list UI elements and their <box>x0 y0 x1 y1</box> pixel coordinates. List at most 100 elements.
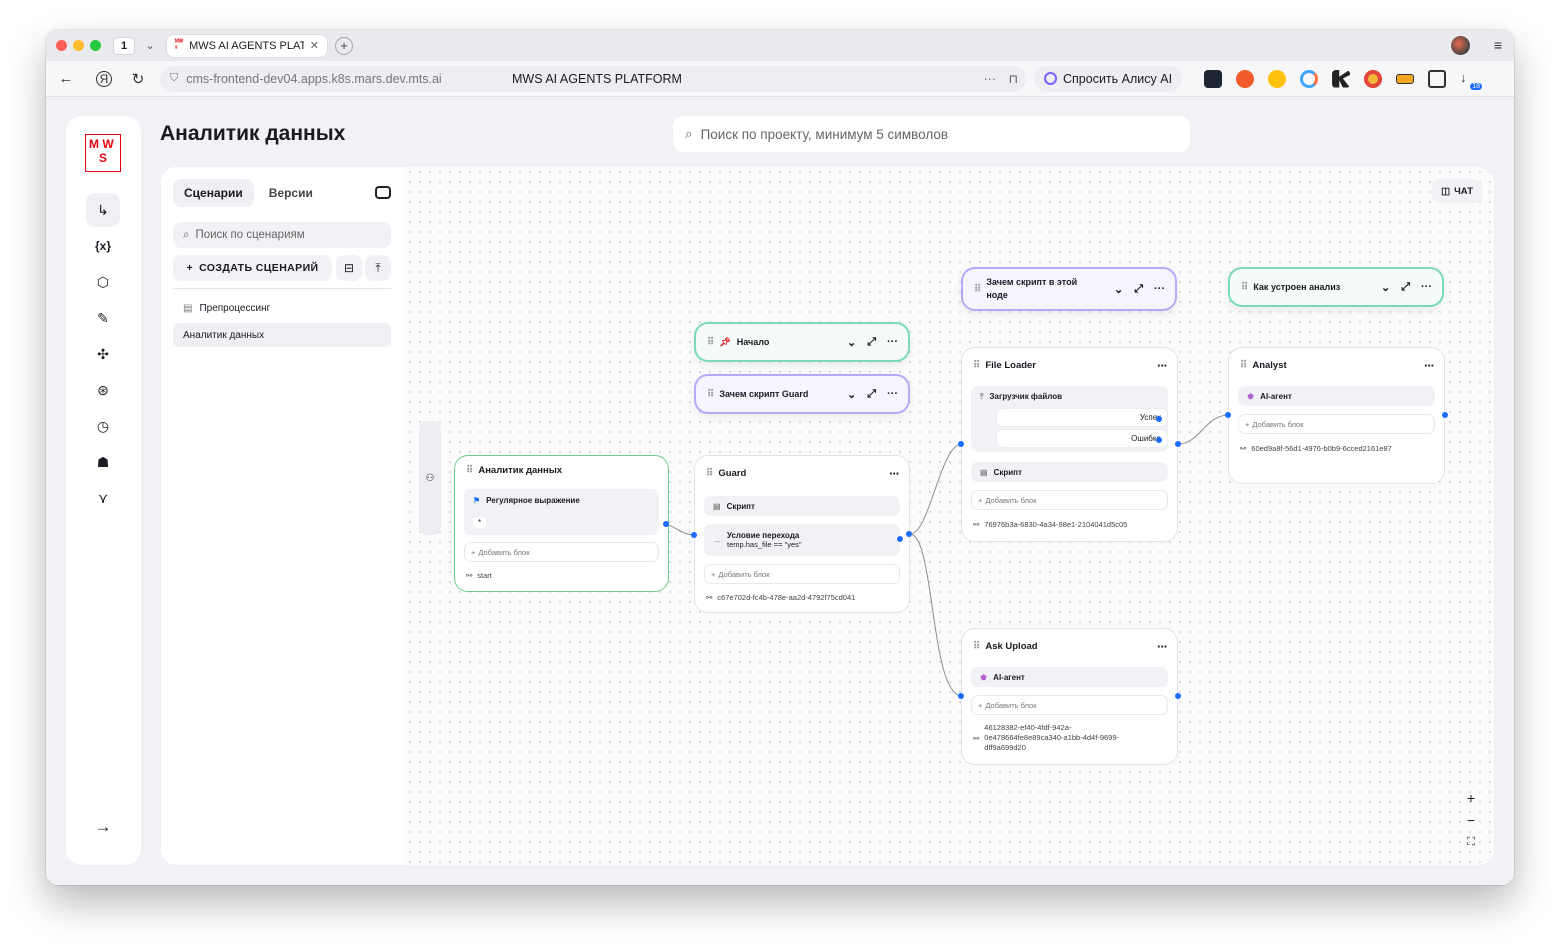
output-port-success[interactable] <box>1156 416 1162 422</box>
drag-handle-icon[interactable]: ⠿ <box>706 468 713 479</box>
create-scenario-button[interactable]: + СОЗДАТЬ СЦЕНАРИЙ <box>173 255 332 281</box>
zoom-out-icon[interactable]: − <box>1462 811 1480 829</box>
more-icon[interactable]: ··· <box>984 72 997 86</box>
node-file-loader[interactable]: ⠿ File Loader ··· ⤒ Загрузчик файлов Успех… <box>961 347 1178 542</box>
output-port[interactable] <box>906 531 912 537</box>
yellow-extension-icon[interactable] <box>1268 69 1287 88</box>
drag-handle-icon[interactable]: ⠿ <box>973 360 980 371</box>
back-icon[interactable]: ← <box>54 67 78 91</box>
more-icon[interactable]: ··· <box>887 336 898 349</box>
add-block-button[interactable]: + Добавить блок <box>971 490 1168 510</box>
regex-block[interactable]: ⚑ Регулярное выражение * <box>464 489 659 535</box>
add-block-button[interactable]: + Добавить блок <box>464 542 659 562</box>
project-search-input[interactable]: ⌕ Поиск по проекту, минимум 5 символов <box>673 116 1190 152</box>
drag-handle-icon[interactable]: ⠿ <box>1241 282 1248 293</box>
collapse-panel-icon[interactable] <box>375 186 391 199</box>
battery-extension-icon[interactable] <box>1396 73 1415 84</box>
drag-handle-icon[interactable]: ⠿ <box>707 389 714 400</box>
add-block-button[interactable]: + Добавить блок <box>704 564 900 584</box>
k-extension-icon[interactable] <box>1332 69 1351 88</box>
node-menu-icon[interactable]: ··· <box>1424 358 1435 373</box>
expand-icon[interactable]: ⤢ <box>867 336 876 349</box>
output-port-error[interactable] <box>1156 437 1162 443</box>
node-guard[interactable]: ⠿ Guard ··· ▤ Скрипт → Условие перехода tem… <box>694 455 910 613</box>
output-port[interactable] <box>1175 441 1181 447</box>
node-start[interactable]: ⠿ Аналитик данных ⚑ Регулярное выражение *… <box>454 455 669 592</box>
color-extension-icon[interactable] <box>1300 69 1319 88</box>
chevron-down-icon[interactable]: ⌄ <box>847 388 856 401</box>
nodes-palette-handle[interactable]: ⚇ <box>419 421 441 535</box>
scenario-item[interactable]: ▤ Препроцессинг <box>173 296 391 320</box>
minimize-window-button[interactable] <box>73 40 84 51</box>
yandex-icon[interactable]: Я <box>96 70 112 87</box>
orange-extension-icon[interactable] <box>1236 69 1255 88</box>
new-tab-button[interactable]: + <box>335 36 353 55</box>
output-port[interactable] <box>663 521 669 527</box>
expand-icon[interactable]: ⤢ <box>1401 281 1410 294</box>
tab-scenarios[interactable]: Сценарии <box>173 179 254 207</box>
script-block[interactable]: ▤ Скрипт <box>971 462 1168 482</box>
fit-view-icon[interactable]: ⛶ <box>1462 833 1480 851</box>
drag-handle-icon[interactable]: ⠿ <box>707 337 714 348</box>
edit-doc-nav-icon[interactable]: ✎ <box>86 301 120 335</box>
expand-arrow-icon[interactable]: → <box>86 810 120 844</box>
close-window-button[interactable] <box>56 40 67 51</box>
tab-count[interactable]: 1 <box>113 36 135 55</box>
tab-versions[interactable]: Версии <box>258 179 324 207</box>
ai-agent-block[interactable]: ♚ AI-агент <box>971 667 1168 687</box>
more-icon[interactable]: ··· <box>887 388 898 401</box>
url-field[interactable]: ⛉ cms-frontend-dev04.apps.k8s.mars.dev.m… <box>160 65 1026 92</box>
scenario-search-input[interactable]: ⌕ Поиск по сценариям <box>173 222 391 248</box>
input-port[interactable] <box>691 532 697 538</box>
drag-handle-icon[interactable]: ⠿ <box>1240 360 1247 371</box>
scenario-item[interactable]: Аналитик данных <box>173 323 391 347</box>
node-menu-icon[interactable]: ··· <box>889 466 900 481</box>
more-icon[interactable]: ··· <box>1154 283 1165 296</box>
add-block-button[interactable]: + Добавить блок <box>971 695 1168 715</box>
downloads-icon[interactable]: ↓ 18 <box>1460 70 1483 90</box>
variables-nav-icon[interactable]: {x} <box>86 229 120 263</box>
zoom-in-icon[interactable]: + <box>1462 789 1480 807</box>
input-port[interactable] <box>958 441 964 447</box>
import-icon[interactable]: ⊟ <box>336 255 362 281</box>
bookmark-icon[interactable]: ⊓ <box>1009 72 1018 86</box>
input-port[interactable] <box>1225 412 1231 418</box>
drag-handle-icon[interactable]: ⠿ <box>974 284 981 295</box>
transition-condition-block[interactable]: → Условие перехода temp.has_file == "yes" <box>704 524 900 556</box>
browser-tab[interactable]: ᴹᵂ ˢ MWS AI AGENTS PLATF ✕ <box>167 34 327 57</box>
chevron-down-icon[interactable]: ⌄ <box>1114 283 1123 296</box>
regex-value[interactable]: * <box>473 517 487 528</box>
node-analyst[interactable]: ⠿ Analyst ··· ♚ AI-агент + Добавить блок ⚯ 6… <box>1228 347 1445 484</box>
upload-icon[interactable]: ⤒ <box>365 255 391 281</box>
bug-nav-icon[interactable]: ☗ <box>86 445 120 479</box>
add-block-button[interactable]: + Добавить блок <box>1238 414 1435 434</box>
profile-avatar[interactable] <box>1451 36 1470 55</box>
drag-handle-icon[interactable]: ⠿ <box>973 641 980 652</box>
output-port[interactable] <box>1442 412 1448 418</box>
output-port[interactable] <box>1175 693 1181 699</box>
menu-icon[interactable]: ≡ <box>1494 37 1502 53</box>
more-icon[interactable]: ··· <box>1421 281 1432 294</box>
reload-icon[interactable]: ↻ <box>126 67 150 91</box>
note-guard[interactable]: ⠿ Зачем скрипт Guard ⌄ ⤢ ··· <box>694 374 910 414</box>
cube-nav-icon[interactable]: ⬡ <box>86 265 120 299</box>
chevron-down-icon[interactable]: ⌄ <box>1381 281 1390 294</box>
brain-nav-icon[interactable]: ⊛ <box>86 373 120 407</box>
mws-logo[interactable]: M W S <box>85 134 121 172</box>
node-menu-icon[interactable]: ··· <box>1157 639 1168 654</box>
expand-icon[interactable]: ⤢ <box>1134 283 1143 296</box>
note-script-reason[interactable]: ⠿ Зачем скрипт в этой ноде ⌄ ⤢ ··· <box>961 267 1177 311</box>
puzzle-nav-icon[interactable]: ✣ <box>86 337 120 371</box>
sidebar-extension-icon[interactable] <box>1428 69 1447 88</box>
react-extension-icon[interactable] <box>1204 69 1223 88</box>
alice-button[interactable]: Спросить Алису AI <box>1034 65 1183 92</box>
drag-handle-icon[interactable]: ⠿ <box>466 465 473 476</box>
graph-nav-icon[interactable]: ⋎ <box>86 481 120 515</box>
chat-button[interactable]: ◫ ЧАТ <box>1432 179 1482 203</box>
expand-icon[interactable]: ⤢ <box>867 388 876 401</box>
node-ask-upload[interactable]: ⠿ Ask Upload ··· ♚ AI-агент + Добавить блок… <box>961 628 1178 765</box>
ai-agent-block[interactable]: ♚ AI-агент <box>1238 386 1435 406</box>
chevron-down-icon[interactable]: ⌄ <box>847 336 856 349</box>
note-start[interactable]: ⠿ 📌︎ Начало ⌄ ⤢ ··· <box>694 322 910 362</box>
flower-extension-icon[interactable] <box>1364 69 1383 88</box>
